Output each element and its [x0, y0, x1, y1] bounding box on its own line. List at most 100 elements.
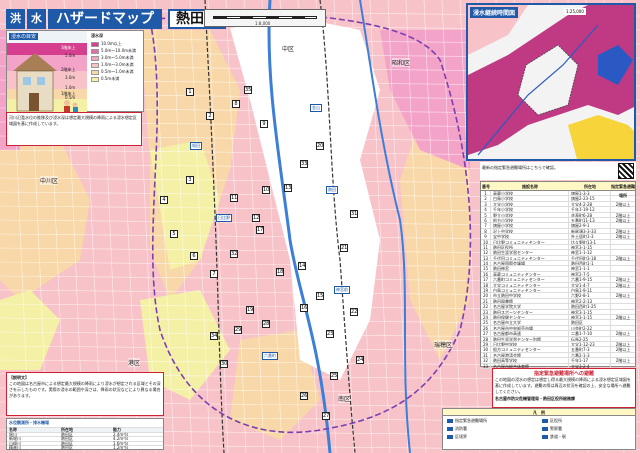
- shelter-address: 神宮2-7-5: [569, 271, 611, 277]
- shelter-marker[interactable]: 23: [326, 330, 334, 338]
- shelter-marker[interactable]: 16: [300, 304, 308, 312]
- station-label[interactable]: 熱田: [326, 186, 338, 194]
- shelter-marker[interactable]: 24: [356, 356, 364, 364]
- floor-2-label: 2階床上: [61, 67, 76, 72]
- shelter-marker[interactable]: 12: [252, 214, 260, 222]
- shelter-marker[interactable]: 5: [170, 230, 178, 238]
- shelter-marker[interactable]: 13: [284, 184, 292, 192]
- shelter-no: 31: [481, 352, 491, 358]
- shelter-type: [611, 326, 635, 330]
- station-label[interactable]: 日比野: [216, 214, 232, 222]
- shelter-marker[interactable]: 14: [298, 262, 306, 270]
- shelter-type: [611, 288, 635, 292]
- legend-symbol-icon: [542, 419, 548, 423]
- shelter-address: 川並町2-22: [569, 325, 611, 331]
- shelter-marker[interactable]: 33: [300, 160, 308, 168]
- inset-map[interactable]: 浸水継続時間図 1:25,000: [466, 3, 636, 161]
- shelter-address: 神宮1-1-1: [569, 266, 611, 271]
- shelter-type: [611, 245, 635, 249]
- shelter-marker[interactable]: 3: [186, 176, 194, 184]
- shelter-marker[interactable]: 22: [350, 308, 358, 316]
- shelter-name: 市立熱田中学校: [491, 293, 569, 298]
- conditions-body: この地図の浸水の想定は想定し得る最大規模の降雨による浸水想定区域図を基に作成して…: [495, 377, 631, 394]
- pump-table-row: 堀川 熱田区 2.4m³/s: [7, 431, 163, 437]
- shelter-no: 28: [481, 336, 491, 342]
- legend-symbol-icon: [447, 419, 453, 423]
- hazard-map-page: 洪 水 ハザードマップ 熱田区 1:8,000 浸水の目安 3階床上 2階床上 …: [0, 0, 640, 453]
- shelter-type: 2階以上: [615, 234, 631, 240]
- pump-cell: 1.2m³/s: [113, 445, 129, 451]
- shelter-marker[interactable]: 35: [244, 86, 252, 94]
- shelter-type: 2階以上: [615, 331, 631, 337]
- shelter-no: 5: [481, 212, 491, 218]
- shelter-marker[interactable]: 28: [262, 320, 270, 328]
- station-label[interactable]: 金山: [310, 104, 322, 112]
- shelter-type: [611, 207, 635, 211]
- depth-row: 0.5m未満: [91, 76, 143, 82]
- inset-map-canvas: [468, 5, 634, 159]
- shelter-address: 熱田西町1-25: [569, 304, 611, 309]
- shelter-name: 千代田コミュニティセンター: [491, 255, 569, 261]
- station-label[interactable]: 神宮前: [334, 286, 350, 294]
- depth-label: 0.5m未満: [101, 76, 120, 81]
- shelter-type: 2階以上: [615, 228, 631, 234]
- shelter-no: 22: [481, 304, 491, 309]
- shelter-no: 29: [481, 341, 491, 347]
- shelter-marker[interactable]: 15: [316, 292, 324, 300]
- shelter-marker[interactable]: 7: [210, 270, 218, 278]
- pump-cell: 熱田区: [61, 445, 73, 451]
- shelter-marker[interactable]: 27: [322, 412, 330, 420]
- shelter-no: 23: [481, 309, 491, 315]
- shelter-address: 千代田町3-18: [569, 255, 611, 261]
- shelter-marker[interactable]: 18: [276, 268, 284, 276]
- shelter-name: 船方コミュニティセンター: [491, 347, 569, 352]
- pump-table-row: 山崎川 熱田区 1.6m³/s: [7, 440, 163, 446]
- shelter-name: 熱田スポーツセンター: [491, 309, 569, 314]
- map-title: ハザードマップ: [48, 9, 162, 29]
- shelter-marker[interactable]: 26: [300, 392, 308, 400]
- shelter-marker[interactable]: 11: [230, 194, 238, 202]
- shelter-marker[interactable]: 2: [206, 112, 214, 120]
- depth-label: 1.0m～3.0m未満: [101, 62, 134, 67]
- depth-swatch: [91, 55, 99, 61]
- shelter-no: 14: [481, 261, 491, 266]
- shelter-marker[interactable]: 29: [234, 326, 242, 334]
- shelter-name: 名古屋学院大学: [491, 304, 569, 309]
- shelter-name: 名古屋国際会議場: [491, 261, 569, 266]
- shelter-marker[interactable]: 1: [186, 88, 194, 96]
- shelter-marker[interactable]: 8: [232, 100, 240, 108]
- shelter-type: [611, 320, 635, 324]
- shelter-marker[interactable]: 19: [246, 306, 254, 314]
- shelter-marker[interactable]: 30: [220, 360, 228, 368]
- shelter-marker[interactable]: 21: [340, 244, 348, 252]
- shelter-type: 2階以上: [615, 293, 631, 299]
- shelter-marker[interactable]: 10: [262, 186, 270, 194]
- ward-label-showa: 昭和区: [392, 58, 411, 67]
- depth-swatch: [91, 69, 99, 75]
- footer-legend-label: 鉄道・駅: [550, 434, 566, 439]
- shelter-marker[interactable]: 20: [316, 142, 324, 150]
- shelter-type: [611, 223, 635, 227]
- shelter-marker[interactable]: 6: [190, 252, 198, 260]
- depth-label: 0.5m～1.0m未満: [101, 69, 134, 74]
- pump-table: 水位観測所・排水機場 名称 所在地 能力 堀川 熱田区 2.4m³/s 新堀川 熱田区 4.2m…: [6, 418, 164, 450]
- shelter-no: 21: [481, 298, 491, 304]
- shelter-name: 日比野中学校: [491, 341, 569, 347]
- scale-bar: 1:8,000: [204, 9, 326, 27]
- shelter-type: [611, 299, 635, 303]
- shelter-marker[interactable]: 4: [160, 196, 168, 204]
- ward-label-nakagawa: 中川区: [40, 176, 59, 185]
- shelter-marker[interactable]: 34: [210, 332, 218, 340]
- shelter-address: 神宮3-1-15: [569, 244, 611, 250]
- shelter-marker[interactable]: 32: [230, 250, 238, 258]
- shelter-marker[interactable]: 31: [350, 210, 358, 218]
- shelter-address: 神宮1-1-12: [569, 250, 611, 255]
- shelter-marker[interactable]: 25: [330, 372, 338, 380]
- footer-legend-item: 区役所: [542, 418, 631, 424]
- qr-code-icon[interactable]: [618, 163, 634, 179]
- station-label[interactable]: 六番町: [262, 352, 278, 360]
- shelter-no: 30: [481, 347, 491, 352]
- shelter-marker[interactable]: 9: [260, 120, 268, 128]
- shelter-marker[interactable]: 17: [256, 226, 264, 234]
- station-label[interactable]: 堀田: [190, 142, 202, 150]
